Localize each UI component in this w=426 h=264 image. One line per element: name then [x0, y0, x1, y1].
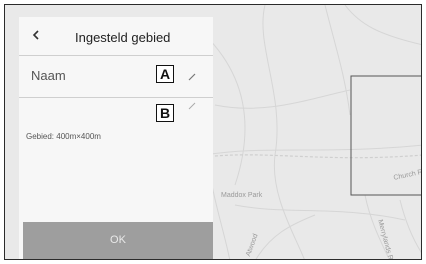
pencil-icon[interactable]	[187, 72, 197, 82]
page-title: Ingesteld gebied	[75, 30, 171, 45]
name-row[interactable]: Naam	[19, 55, 213, 98]
chevron-left-icon[interactable]	[29, 28, 43, 42]
area-row[interactable]: Gebied: 400m×400m	[19, 98, 213, 158]
pencil-icon[interactable]	[187, 101, 197, 111]
set-area-panel: Ingesteld gebied Naam Gebied: 400m×400m …	[19, 17, 213, 259]
street-label-maddox-park: Maddox Park	[221, 192, 263, 199]
ok-button[interactable]: OK	[23, 222, 213, 259]
screen-frame: Maddox Park Church Ro Atwood Merrylands …	[4, 4, 422, 260]
callout-label-b: B	[156, 104, 174, 122]
area-label: Gebied: 400m×400m	[26, 132, 101, 141]
callout-label-a: A	[156, 65, 174, 83]
name-label: Naam	[31, 68, 66, 83]
panel-header: Ingesteld gebied	[19, 17, 213, 56]
